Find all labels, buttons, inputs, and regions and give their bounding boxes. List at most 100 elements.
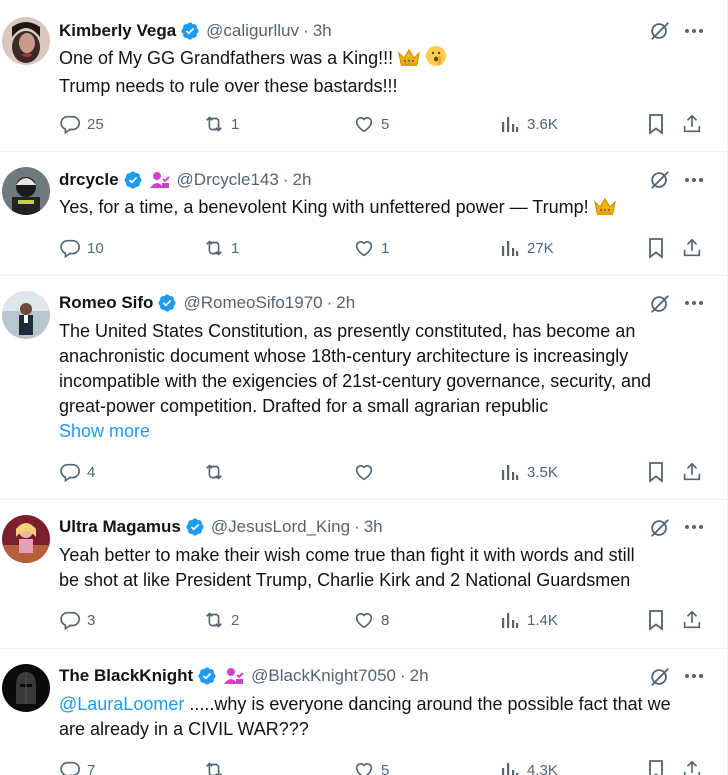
share-button[interactable]: [681, 755, 703, 775]
tweet[interactable]: The BlackKnight @BlackKnight7050 · 2h @L…: [0, 649, 727, 775]
grok-icon[interactable]: [648, 19, 672, 43]
tweet-header: drcycle @Drcycle143 · 2h: [59, 168, 708, 192]
action-bar: 25 1 5 3.6K: [59, 109, 714, 139]
display-name[interactable]: Ultra Magamus: [59, 517, 181, 537]
retweet-count: 1: [231, 239, 240, 257]
like-button[interactable]: 1: [353, 233, 389, 263]
display-name[interactable]: The BlackKnight: [59, 666, 193, 686]
tweet-header: Romeo Sifo @RomeoSifo1970 · 2h: [59, 291, 708, 315]
like-button[interactable]: 5: [353, 755, 389, 775]
tweet-text-line: be shot at like President Trump, Charlie…: [59, 570, 631, 590]
views-button[interactable]: 3.5K: [499, 457, 558, 487]
retweet-button[interactable]: 2: [203, 605, 239, 635]
tweet-text-line: .....why is everyone dancing around the …: [184, 694, 671, 714]
grok-icon[interactable]: [648, 168, 672, 192]
handle[interactable]: @caligurlluv: [206, 21, 299, 41]
timestamp[interactable]: 2h: [293, 170, 312, 190]
like-count: 5: [381, 115, 390, 133]
views-icon: [499, 237, 521, 259]
reply-button[interactable]: 7: [59, 755, 95, 775]
like-icon: [353, 237, 375, 259]
timestamp[interactable]: 2h: [336, 293, 355, 313]
tweet[interactable]: Ultra Magamus @JesusLord_King · 3h Yeah …: [0, 500, 727, 649]
share-button[interactable]: [681, 233, 703, 263]
views-button[interactable]: 4.3K: [499, 755, 558, 775]
retweet-icon: [203, 759, 225, 775]
shushing-face-emoji-icon: [425, 45, 447, 74]
handle[interactable]: @BlackKnight7050: [251, 666, 396, 686]
avatar[interactable]: [2, 291, 50, 339]
share-icon: [681, 113, 703, 135]
tweet-header: Ultra Magamus @JesusLord_King · 3h: [59, 515, 708, 539]
retweet-icon: [203, 461, 225, 483]
avatar[interactable]: [2, 17, 50, 65]
views-button[interactable]: 27K: [499, 233, 554, 263]
retweet-button[interactable]: [203, 457, 231, 487]
like-button[interactable]: 8: [353, 605, 389, 635]
tweet[interactable]: drcycle @Drcycle143 · 2h Yes, for a time…: [0, 152, 727, 276]
show-more-link[interactable]: Show more: [59, 419, 710, 444]
reply-count: 4: [87, 463, 96, 481]
share-icon: [681, 237, 703, 259]
tweet-text-line: Yes, for a time, a benevolent King with …: [59, 197, 589, 217]
tweet-text: Yeah better to make their wish come true…: [59, 543, 710, 593]
reply-button[interactable]: 3: [59, 605, 95, 635]
separator-dot: ·: [282, 170, 289, 189]
avatar[interactable]: [2, 664, 50, 712]
separator-dot: ·: [399, 666, 406, 685]
grok-icon[interactable]: [648, 665, 672, 689]
like-button[interactable]: [353, 457, 381, 487]
like-button[interactable]: 5: [353, 109, 389, 139]
views-count: 4.3K: [527, 761, 558, 775]
views-button[interactable]: 1.4K: [499, 605, 558, 635]
display-name[interactable]: drcycle: [59, 170, 119, 190]
views-button[interactable]: 3.6K: [499, 109, 558, 139]
bookmark-icon: [645, 759, 667, 775]
reply-icon: [59, 113, 81, 135]
tweet-text-line: One of My GG Grandfathers was a King!!!: [59, 48, 394, 68]
share-button[interactable]: [681, 109, 703, 139]
bookmark-button[interactable]: [645, 109, 667, 139]
more-icon[interactable]: [682, 19, 706, 43]
more-icon[interactable]: [682, 515, 706, 539]
display-name[interactable]: Romeo Sifo: [59, 293, 153, 313]
handle[interactable]: @Drcycle143: [177, 170, 279, 190]
reply-button[interactable]: 25: [59, 109, 104, 139]
views-count: 27K: [527, 239, 554, 257]
reply-button[interactable]: 4: [59, 457, 95, 487]
share-button[interactable]: [681, 605, 703, 635]
reply-icon: [59, 237, 81, 259]
tweet-text-line: are already in a CIVIL WAR???: [59, 719, 309, 739]
tweet-text-line: great-power competition. Drafted for a s…: [59, 396, 549, 416]
timestamp[interactable]: 2h: [410, 666, 429, 686]
bookmark-button[interactable]: [645, 457, 667, 487]
bookmark-button[interactable]: [645, 233, 667, 263]
more-icon[interactable]: [682, 168, 706, 192]
bookmark-icon: [645, 461, 667, 483]
handle[interactable]: @RomeoSifo1970: [183, 293, 322, 313]
tweet[interactable]: Kimberly Vega @caligurlluv · 3h One of M…: [0, 0, 727, 152]
retweet-button[interactable]: [203, 755, 231, 775]
bookmark-button[interactable]: [645, 605, 667, 635]
mention-link[interactable]: @LauraLoomer: [59, 694, 184, 714]
bookmark-button[interactable]: [645, 755, 667, 775]
retweet-button[interactable]: 1: [203, 109, 239, 139]
more-icon[interactable]: [682, 291, 706, 315]
share-button[interactable]: [681, 457, 703, 487]
tweet-header: Kimberly Vega @caligurlluv · 3h: [59, 19, 708, 43]
tweet-text-line: incompatible with the exigencies of 21st…: [59, 371, 651, 391]
bookmark-icon: [645, 609, 667, 631]
more-icon[interactable]: [682, 664, 706, 688]
timestamp[interactable]: 3h: [313, 21, 332, 41]
handle[interactable]: @JesusLord_King: [211, 517, 350, 537]
display-name[interactable]: Kimberly Vega: [59, 21, 176, 41]
avatar[interactable]: [2, 167, 50, 215]
grok-icon[interactable]: [648, 292, 672, 316]
retweet-count: 2: [231, 611, 240, 629]
avatar[interactable]: [2, 515, 50, 563]
reply-button[interactable]: 10: [59, 233, 104, 263]
timestamp[interactable]: 3h: [364, 517, 383, 537]
tweet[interactable]: Romeo Sifo @RomeoSifo1970 · 2h The Unite…: [0, 276, 727, 500]
grok-icon[interactable]: [648, 516, 672, 540]
retweet-button[interactable]: 1: [203, 233, 239, 263]
